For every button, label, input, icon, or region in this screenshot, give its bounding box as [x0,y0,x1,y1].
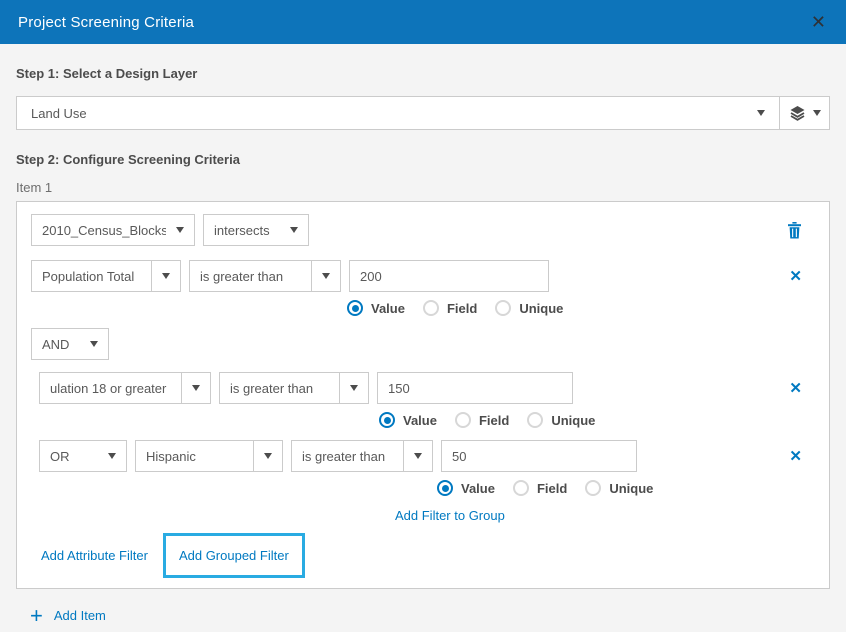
radio-field[interactable] [423,300,439,316]
filter-row: ulation 18 or greater is greater than ✕ [39,372,815,404]
chevron-down-icon [90,341,98,347]
chevron-down-icon [757,110,765,116]
dialog-body: Step 1: Select a Design Layer Land Use S… [0,44,846,626]
spatial-operator-select[interactable]: intersects [203,214,309,246]
item-layer-select[interactable]: 2010_Census_Blocks [31,214,195,246]
filter-operator-select[interactable]: is greater than [291,440,433,472]
filter-row: Population Total is greater than ✕ [31,260,815,292]
filter-group: ulation 18 or greater is greater than ✕ … [31,372,815,523]
remove-icon: ✕ [789,449,802,464]
delete-item-button[interactable] [787,222,802,239]
radio-unique[interactable] [527,412,543,428]
add-filter-to-group-link[interactable]: Add Filter to Group [395,508,505,523]
remove-filter-button[interactable]: ✕ [789,269,802,284]
remove-filter-button[interactable]: ✕ [789,381,802,396]
filter-field-select[interactable]: Hispanic [135,440,283,472]
dialog-header: Project Screening Criteria ✕ [0,0,846,44]
radio-unique[interactable] [495,300,511,316]
trash-icon [787,222,802,239]
radio-value[interactable] [347,300,363,316]
design-layer-row: Land Use [16,96,830,130]
radio-value[interactable] [437,480,453,496]
remove-icon: ✕ [789,269,802,284]
filter-row: OR Hispanic is greater than ✕ [39,440,815,472]
item-actions-row: Add Attribute Filter Add Grouped Filter [31,533,815,578]
add-item-button[interactable]: + Add Item [30,606,106,626]
layer-options-button[interactable] [780,96,830,130]
radio-field[interactable] [513,480,529,496]
design-layer-value: Land Use [31,106,87,121]
logic-operator-select[interactable]: AND [31,328,109,360]
chevron-down-icon [350,385,358,391]
filter-mode-options: Value Field Unique [437,480,815,496]
remove-filter-button[interactable]: ✕ [789,449,802,464]
logic-row: AND [31,328,815,360]
close-icon[interactable]: ✕ [809,13,828,31]
filter-field-select[interactable]: Population Total [31,260,181,292]
item-header-row: 2010_Census_Blocks intersects [31,214,815,246]
filter-value-input[interactable] [349,260,549,292]
dialog-title: Project Screening Criteria [18,14,194,31]
radio-unique[interactable] [585,480,601,496]
chevron-down-icon [108,453,116,459]
add-item-label: Add Item [54,608,106,623]
filter-operator-select[interactable]: is greater than [219,372,369,404]
tutorial-highlight-box: Add Grouped Filter [163,533,305,578]
group-logic-select[interactable]: OR [39,440,127,472]
filter-operator-select[interactable]: is greater than [189,260,341,292]
radio-field[interactable] [455,412,471,428]
project-screening-dialog: Project Screening Criteria ✕ Step 1: Sel… [0,0,846,626]
filter-value-input[interactable] [377,372,573,404]
add-grouped-filter-link[interactable]: Add Grouped Filter [179,548,289,563]
chevron-down-icon [290,227,298,233]
radio-value[interactable] [379,412,395,428]
step1-label: Step 1: Select a Design Layer [16,66,830,81]
add-attribute-filter-link[interactable]: Add Attribute Filter [41,548,148,563]
filter-mode-options: Value Field Unique [379,412,815,428]
filter-value-input[interactable] [441,440,637,472]
chevron-down-icon [813,110,821,116]
plus-icon: + [30,606,43,626]
chevron-down-icon [264,453,272,459]
chevron-down-icon [414,453,422,459]
layers-icon [789,105,806,121]
item-label: Item 1 [16,180,830,195]
filter-mode-options: Value Field Unique [347,300,815,316]
step2-label: Step 2: Configure Screening Criteria [16,152,830,167]
remove-icon: ✕ [789,381,802,396]
chevron-down-icon [322,273,330,279]
chevron-down-icon [176,227,184,233]
chevron-down-icon [162,273,170,279]
chevron-down-icon [192,385,200,391]
design-layer-select[interactable]: Land Use [16,96,780,130]
filter-field-select[interactable]: ulation 18 or greater [39,372,211,404]
screening-item-card: 2010_Census_Blocks intersects [16,201,830,589]
